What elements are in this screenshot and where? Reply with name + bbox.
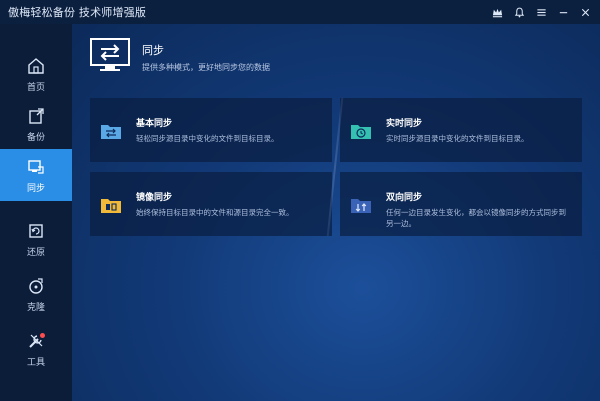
main-panel: 同步 提供多种模式，更好地同步您的数据 基本同步 轻松同步源目录中变化的文件到目… — [72, 24, 600, 401]
menu-icon[interactable] — [532, 3, 550, 21]
sidebar-item-label: 首页 — [26, 82, 45, 93]
monitor-sync-icon — [90, 38, 130, 74]
sidebar: 首页 备份 同步 还原 克隆 工具 — [0, 24, 72, 401]
sidebar-item-label: 同步 — [26, 183, 45, 194]
home-icon — [26, 56, 46, 76]
sidebar-item-label: 工具 — [26, 357, 45, 368]
card-title: 基本同步 — [136, 119, 173, 129]
tools-icon — [26, 331, 46, 351]
two-way-sync-card[interactable]: 双向同步 任何一边目录发生变化，都会以镜像同步的方式同步到另一边。 — [340, 172, 582, 236]
realtime-sync-card[interactable]: 实时同步 实时同步源目录中变化的文件到目标目录。 — [340, 98, 582, 162]
basic-sync-card[interactable]: 基本同步 轻松同步源目录中变化的文件到目标目录。 — [90, 98, 332, 162]
app-window: 傲梅轻松备份 技术师增强版 首页 备份 同步 还原 克隆 工具 同步 提供多种模… — [0, 0, 600, 401]
card-title: 双向同步 — [386, 193, 423, 203]
sidebar-item-home[interactable]: 首页 — [0, 49, 72, 99]
sidebar-item-clone[interactable]: 克隆 — [0, 269, 72, 319]
sync-mode-cards: 基本同步 轻松同步源目录中变化的文件到目标目录。 实时同步 实时同步源目录中变化… — [90, 98, 582, 236]
card-description: 任何一边目录发生变化，都会以镜像同步的方式同步到另一边。 — [386, 208, 566, 228]
crown-icon[interactable] — [488, 3, 506, 21]
basic-sync-folder-icon — [100, 122, 122, 140]
card-description: 始终保持目标目录中的文件和源目录完全一致。 — [136, 208, 294, 217]
mirror-sync-card[interactable]: 镜像同步 始终保持目标目录中的文件和源目录完全一致。 — [90, 172, 332, 236]
title-bar: 傲梅轻松备份 技术师增强版 — [0, 0, 600, 24]
sidebar-item-restore[interactable]: 还原 — [0, 214, 72, 264]
page-title: 同步 — [142, 44, 164, 57]
bell-icon[interactable] — [510, 3, 528, 21]
restore-icon — [26, 221, 46, 241]
sidebar-item-label: 还原 — [26, 247, 45, 258]
minimize-icon[interactable] — [554, 3, 572, 21]
sync-icon — [26, 157, 46, 177]
two-way-sync-folder-icon — [350, 196, 372, 214]
page-subtitle: 提供多种模式，更好地同步您的数据 — [142, 63, 270, 72]
card-description: 实时同步源目录中变化的文件到目标目录。 — [386, 134, 529, 143]
clone-icon — [26, 276, 46, 296]
notification-badge — [40, 332, 45, 338]
window-title: 傲梅轻松备份 技术师增强版 — [8, 6, 147, 19]
backup-icon — [26, 106, 46, 126]
sidebar-item-sync[interactable]: 同步 — [0, 149, 72, 201]
card-title: 实时同步 — [386, 119, 423, 129]
card-description: 轻松同步源目录中变化的文件到目标目录。 — [136, 134, 279, 143]
sidebar-item-label: 备份 — [26, 132, 45, 143]
realtime-sync-folder-icon — [350, 122, 372, 140]
close-icon[interactable] — [576, 3, 594, 21]
sidebar-item-label: 克隆 — [26, 302, 45, 313]
sidebar-item-tools[interactable]: 工具 — [0, 324, 72, 374]
window-controls — [488, 0, 594, 24]
mirror-sync-folder-icon — [100, 196, 122, 214]
sidebar-item-backup[interactable]: 备份 — [0, 99, 72, 149]
card-title: 镜像同步 — [136, 193, 173, 203]
